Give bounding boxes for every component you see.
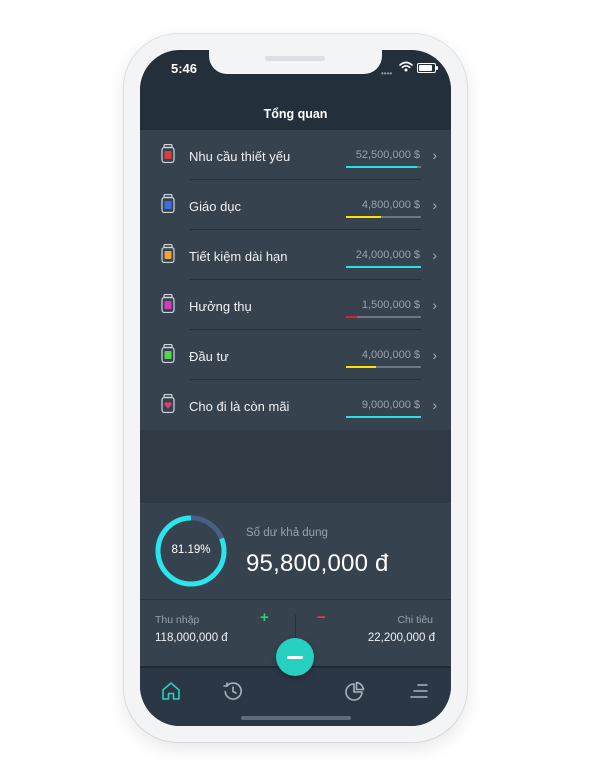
balance-percent: 81.19% — [171, 544, 211, 556]
chevron-right-icon: › — [432, 147, 437, 163]
expense-value: 22,200,000 đ — [367, 632, 435, 644]
jar-progress-bar — [346, 366, 376, 368]
jar-name: Hưởng thụ — [189, 299, 252, 314]
battery-icon — [417, 63, 438, 73]
income-label: Thu nhập — [155, 614, 200, 626]
jar-name: Đầu tư — [189, 349, 229, 364]
jar-row-enjoyment[interactable]: Hưởng thụ 1,500,000 $ › — [140, 280, 451, 330]
chevron-right-icon: › — [432, 347, 437, 363]
chevron-right-icon: › — [432, 197, 437, 213]
signal-icon: •••• — [381, 69, 393, 78]
available-balance-label: Số dư khả dụng — [246, 527, 328, 539]
jar-row-investment[interactable]: Đầu tư 4,000,000 $ › — [140, 330, 451, 380]
chevron-right-icon: › — [432, 297, 437, 313]
jar-icon — [161, 144, 175, 163]
jar-name: Giáo dục — [189, 199, 242, 214]
jar-progress-bar — [346, 166, 418, 168]
jar-icon — [161, 244, 175, 263]
jar-progress-track — [346, 416, 421, 418]
jar-progress-bar — [346, 416, 421, 418]
jar-progress-track — [346, 316, 421, 318]
jar-name: Cho đi là còn mãi — [189, 399, 290, 414]
jar-amount: 4,000,000 $ — [361, 349, 420, 361]
home-indicator — [241, 716, 351, 720]
available-balance-value: 95,800,000 đ — [246, 550, 389, 577]
income-value: 118,000,000 đ — [155, 632, 228, 644]
balance-summary[interactable]: 81.19% Số dư khả dụng 95,800,000 đ — [140, 503, 451, 599]
add-expense-button[interactable]: − — [317, 609, 326, 626]
jar-amount: 52,500,000 $ — [355, 149, 420, 161]
app-screen: 5:46 •••• Tổng quan Nhu cầu thiết yếu 52… — [140, 50, 451, 726]
jar-progress-track — [346, 216, 421, 218]
jar-progress-track — [346, 166, 421, 168]
jar-row-education[interactable]: Giáo dục 4,800,000 $ › — [140, 180, 451, 230]
app-header: Tổng quan — [140, 84, 451, 130]
menu-icon[interactable] — [408, 680, 430, 702]
jar-icon — [161, 194, 175, 213]
jar-name: Nhu cầu thiết yếu — [189, 149, 291, 164]
jar-amount: 1,500,000 $ — [361, 299, 420, 311]
empty-area — [140, 430, 451, 503]
chevron-right-icon: › — [432, 247, 437, 263]
minus-icon — [287, 656, 303, 659]
jar-name: Tiết kiệm dài hạn — [189, 249, 288, 264]
expense-label: Chi tiêu — [397, 614, 433, 626]
home-icon[interactable] — [160, 680, 182, 702]
jar-progress-track — [346, 366, 421, 368]
page-title: Tổng quan — [263, 107, 328, 121]
jar-progress-bar — [346, 266, 421, 268]
chevron-right-icon: › — [432, 397, 437, 413]
jar-list: Nhu cầu thiết yếu 52,500,000 $ › Giáo dụ… — [140, 130, 451, 430]
pie-chart-icon[interactable] — [344, 680, 366, 702]
jar-icon — [161, 294, 175, 313]
device-notch — [209, 50, 382, 74]
jar-row-giving[interactable]: Cho đi là còn mãi 9,000,000 $ › — [140, 380, 451, 430]
jar-progress-bar — [346, 216, 382, 218]
jar-icon — [161, 344, 175, 363]
status-time: 5:46 — [171, 61, 198, 76]
jar-icon — [161, 394, 175, 413]
wifi-icon — [399, 61, 413, 72]
jar-row-essentials[interactable]: Nhu cầu thiết yếu 52,500,000 $ › — [140, 130, 451, 180]
jar-amount: 24,000,000 $ — [355, 249, 420, 261]
history-icon[interactable] — [222, 680, 244, 702]
jar-amount: 9,000,000 $ — [361, 399, 420, 411]
jar-row-long-term-savings[interactable]: Tiết kiệm dài hạn 24,000,000 $ › — [140, 230, 451, 280]
phone-frame: 5:46 •••• Tổng quan Nhu cầu thiết yếu 52… — [124, 34, 467, 742]
jar-amount: 4,800,000 $ — [361, 199, 420, 211]
jar-progress-track — [346, 266, 421, 268]
add-income-button[interactable]: + — [260, 609, 269, 626]
quick-action-button[interactable] — [276, 638, 314, 676]
jar-progress-bar — [346, 316, 358, 318]
